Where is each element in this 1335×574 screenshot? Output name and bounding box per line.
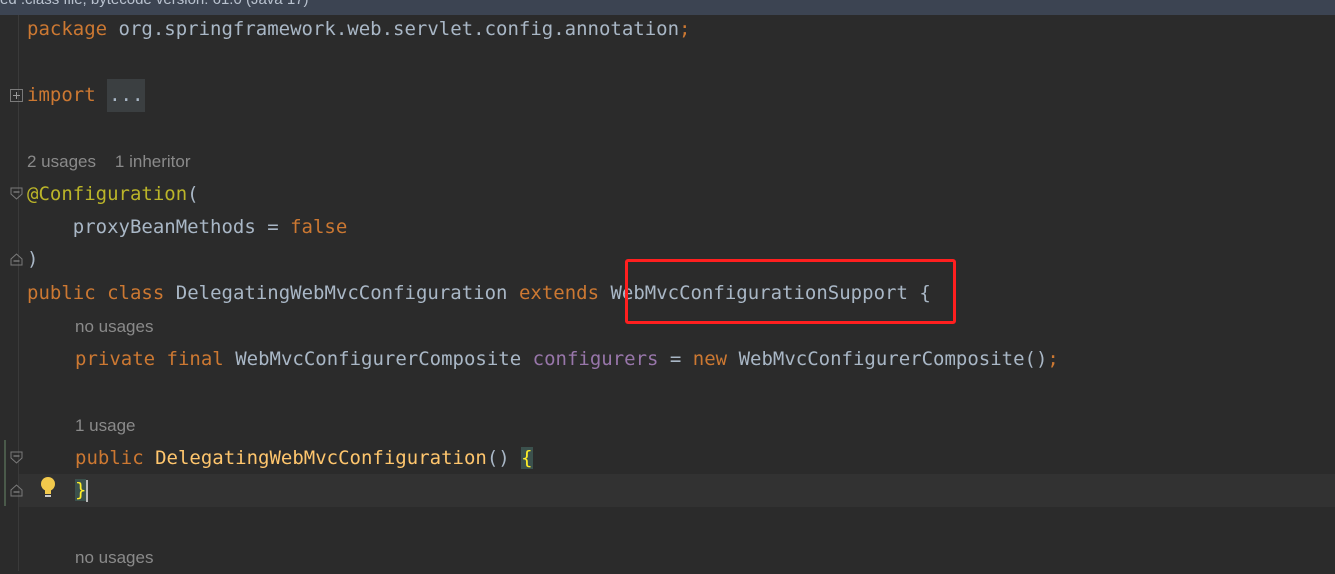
class-usages-hint[interactable]: 2 usages: [27, 152, 96, 171]
code-line-ctor[interactable]: public DelegatingWebMvcConfiguration() {: [75, 442, 533, 475]
decompiled-banner-text: ed .class file, bytecode version: 61.0 (…: [0, 0, 309, 8]
code-line-package[interactable]: package org.springframework.web.servlet.…: [27, 13, 690, 46]
proxy-bean-methods-param: proxyBeanMethods =: [72, 216, 291, 238]
ctor-open-brace: {: [521, 447, 533, 469]
keyword-class: class: [107, 282, 165, 304]
code-vision-class[interactable]: 2 usages 1 inheritor: [27, 145, 191, 178]
semicolon: ;: [679, 18, 691, 40]
field-usages-hint[interactable]: no usages: [75, 310, 153, 343]
keyword-package: package: [27, 18, 108, 40]
code-line-annotation-close[interactable]: ): [27, 243, 38, 276]
fold-plus-icon[interactable]: [10, 89, 23, 102]
lightbulb-icon[interactable]: [38, 476, 58, 500]
keyword-false: false: [290, 216, 348, 238]
annotation-paren-open: (: [187, 183, 199, 205]
code-line-field[interactable]: private final WebMvcConfigurerComposite …: [75, 343, 1059, 376]
field-initializer: WebMvcConfigurerComposite(): [727, 348, 1048, 370]
ctor-parens: (): [486, 447, 522, 469]
field-type: WebMvcConfigurerComposite: [235, 348, 522, 370]
field-assign: =: [658, 348, 693, 370]
code-line-ctor-close[interactable]: }: [75, 474, 89, 507]
keyword-final: final: [166, 348, 224, 370]
code-line-proxy-param[interactable]: proxyBeanMethods = false: [27, 211, 348, 244]
keyword-private: private: [75, 348, 156, 370]
keyword-public: public: [27, 282, 96, 304]
package-name: org.springframework.web.servlet.config.a…: [107, 18, 680, 40]
superclass-highlight-box: [625, 259, 956, 324]
fold-close-icon[interactable]: [10, 484, 23, 497]
annotation-paren-close: ): [27, 248, 39, 270]
next-usages-hint[interactable]: no usages: [75, 541, 153, 574]
text-cursor: [86, 479, 89, 502]
fold-open-icon[interactable]: [10, 187, 23, 200]
keyword-new: new: [692, 348, 728, 370]
caret-row-highlight: [19, 474, 1335, 507]
annotation-configuration: @Configuration: [27, 183, 188, 205]
class-name: DelegatingWebMvcConfiguration: [175, 282, 508, 304]
code-line-import[interactable]: import ...: [27, 79, 146, 112]
folded-imports[interactable]: ...: [107, 79, 146, 112]
keyword-extends: extends: [518, 282, 600, 304]
class-inheritors-hint[interactable]: 1 inheritor: [115, 152, 191, 171]
ctor-close-brace: }: [75, 479, 87, 501]
keyword-import: import: [27, 84, 96, 106]
change-marker: [4, 440, 6, 506]
keyword-public: public: [75, 447, 144, 469]
fold-open-icon[interactable]: [10, 451, 23, 464]
semicolon: ;: [1047, 348, 1059, 370]
ctor-usages-hint[interactable]: 1 usage: [75, 409, 136, 442]
ctor-name: DelegatingWebMvcConfiguration: [155, 447, 487, 469]
field-name: configurers: [532, 348, 659, 370]
code-line-annotation[interactable]: @Configuration(: [27, 178, 199, 211]
fold-close-icon[interactable]: [10, 253, 23, 266]
